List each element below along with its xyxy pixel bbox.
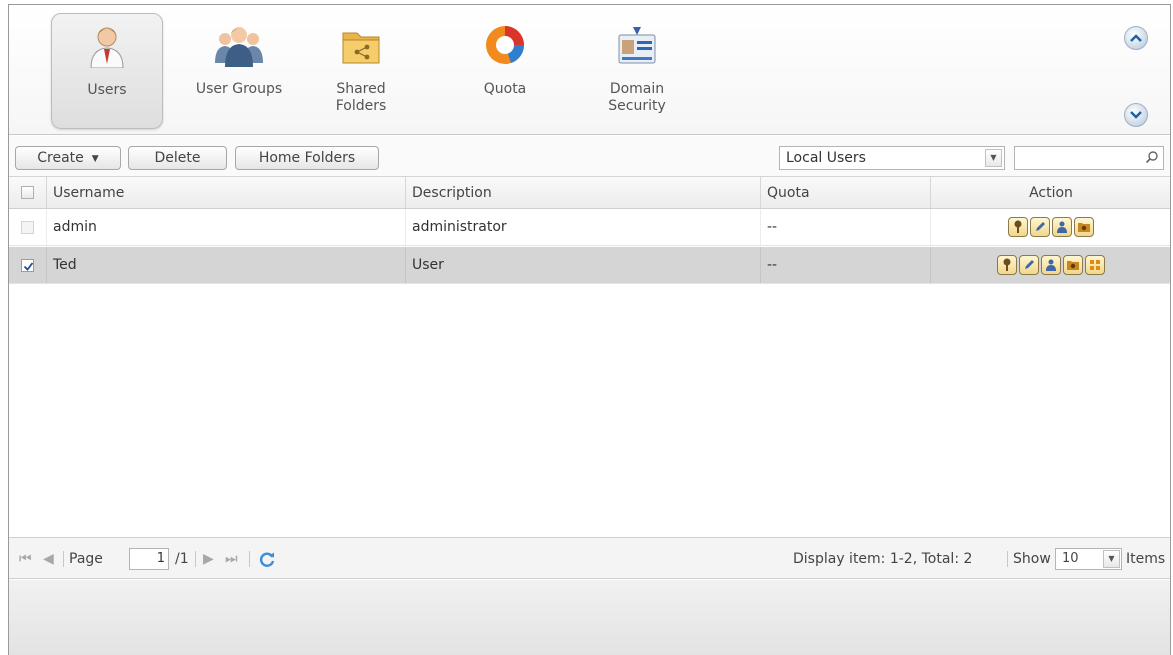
pagination-bar: ⏮ ◀ Page 1 /1 ▶ ⏭ Display item: 1-2, Tot… bbox=[9, 537, 1170, 579]
delete-button[interactable]: Delete bbox=[128, 146, 227, 170]
description-cell: User bbox=[406, 247, 761, 283]
pager-separator bbox=[195, 551, 196, 567]
previous-page-icon[interactable]: ◀ bbox=[43, 549, 54, 569]
first-page-icon[interactable]: ⏮ bbox=[19, 549, 32, 569]
application-privilege-icon[interactable] bbox=[1085, 255, 1105, 275]
username-cell: Ted bbox=[47, 247, 406, 283]
table-row[interactable]: admin administrator -- bbox=[9, 209, 1170, 246]
pager-separator bbox=[63, 551, 64, 567]
edit-icon[interactable] bbox=[1019, 255, 1039, 275]
show-label: Show bbox=[1013, 551, 1051, 567]
chevron-down-icon bbox=[1130, 111, 1142, 119]
nav-label-user-groups: User Groups bbox=[195, 81, 283, 97]
nav-item-user-groups[interactable]: User Groups bbox=[183, 13, 295, 129]
header-select-all-cell bbox=[9, 177, 47, 208]
nav-item-domain-security[interactable]: Domain Security bbox=[581, 13, 693, 129]
shared-folder-permission-icon[interactable] bbox=[1074, 217, 1094, 237]
quota-cell: -- bbox=[761, 247, 931, 283]
display-info: Display item: 1-2, Total: 2 bbox=[793, 551, 973, 567]
pager-separator bbox=[249, 551, 250, 567]
edit-icon[interactable] bbox=[1030, 217, 1050, 237]
shared-folder-icon bbox=[342, 32, 380, 64]
dropdown-arrow-icon: ▼ bbox=[91, 154, 99, 164]
column-header-username[interactable]: Username bbox=[47, 177, 406, 208]
last-page-icon[interactable]: ⏭ bbox=[225, 549, 238, 569]
page-number-input[interactable]: 1 bbox=[129, 548, 169, 570]
items-per-page-select[interactable]: 10 ▼ bbox=[1055, 548, 1122, 570]
user-type-select-value: Local Users bbox=[786, 150, 866, 166]
scroll-down-button[interactable] bbox=[1124, 103, 1148, 127]
shared-folder-permission-icon[interactable] bbox=[1063, 255, 1083, 275]
users-table: Username Description Quota Action admin … bbox=[9, 177, 1170, 537]
pager-separator bbox=[1007, 551, 1008, 567]
home-folders-button[interactable]: Home Folders bbox=[235, 146, 379, 170]
nav-label-domain-security: Domain Security bbox=[608, 81, 666, 114]
user-group-icon[interactable] bbox=[1041, 255, 1061, 275]
dropdown-arrow-icon[interactable]: ▼ bbox=[985, 149, 1002, 167]
footer-area bbox=[9, 580, 1170, 655]
quota-cell: -- bbox=[761, 209, 931, 245]
column-header-quota[interactable]: Quota bbox=[761, 177, 931, 208]
user-type-select[interactable]: Local Users ▼ bbox=[779, 146, 1005, 170]
row-checkbox[interactable] bbox=[21, 259, 34, 272]
create-button[interactable]: Create ▼ bbox=[15, 146, 121, 170]
nav-label-users: Users bbox=[87, 82, 127, 98]
top-navigation: Users User Groups Shared Folders Quota D… bbox=[9, 5, 1170, 135]
refresh-icon[interactable] bbox=[259, 551, 276, 568]
change-password-icon[interactable] bbox=[997, 255, 1017, 275]
next-page-icon[interactable]: ▶ bbox=[203, 549, 214, 569]
column-header-description[interactable]: Description bbox=[406, 177, 761, 208]
search-box bbox=[1014, 146, 1164, 170]
chevron-up-icon bbox=[1130, 34, 1142, 42]
table-header: Username Description Quota Action bbox=[9, 177, 1170, 209]
nav-label-quota: Quota bbox=[483, 81, 527, 97]
user-groups-icon bbox=[215, 27, 263, 67]
action-cell bbox=[931, 247, 1170, 283]
dropdown-arrow-icon[interactable]: ▼ bbox=[1103, 550, 1120, 568]
scroll-up-button[interactable] bbox=[1124, 26, 1148, 50]
user-group-icon[interactable] bbox=[1052, 217, 1072, 237]
row-select-cell bbox=[9, 209, 47, 245]
nav-label-shared-folders: Shared Folders bbox=[335, 81, 387, 114]
row-select-cell bbox=[9, 247, 47, 283]
page-total: /1 bbox=[175, 551, 189, 567]
toolbar: Create ▼ Delete Home Folders Local Users … bbox=[9, 136, 1170, 177]
items-label: Items bbox=[1126, 551, 1166, 567]
items-per-page-value: 10 bbox=[1062, 551, 1079, 566]
nav-item-users[interactable]: Users bbox=[51, 13, 163, 129]
page-label: Page bbox=[69, 551, 103, 567]
select-all-checkbox[interactable] bbox=[21, 186, 34, 199]
quota-icon bbox=[486, 26, 524, 64]
search-icon[interactable] bbox=[1145, 150, 1159, 164]
change-password-icon[interactable] bbox=[1008, 217, 1028, 237]
row-checkbox[interactable] bbox=[21, 221, 34, 234]
nav-item-shared-folders[interactable]: Shared Folders bbox=[305, 13, 417, 129]
nav-item-quota[interactable]: Quota bbox=[449, 13, 561, 129]
user-icon bbox=[90, 27, 124, 68]
checkmark-icon bbox=[23, 262, 34, 271]
user-management-window: Users User Groups Shared Folders Quota D… bbox=[8, 4, 1171, 655]
action-cell bbox=[931, 209, 1170, 245]
description-cell: administrator bbox=[406, 209, 761, 245]
table-row[interactable]: Ted User -- bbox=[9, 247, 1170, 284]
username-cell: admin bbox=[47, 209, 406, 245]
search-input[interactable] bbox=[1015, 147, 1141, 169]
domain-security-icon bbox=[618, 27, 656, 64]
column-header-action: Action bbox=[931, 177, 1170, 208]
create-button-label: Create bbox=[37, 150, 84, 166]
